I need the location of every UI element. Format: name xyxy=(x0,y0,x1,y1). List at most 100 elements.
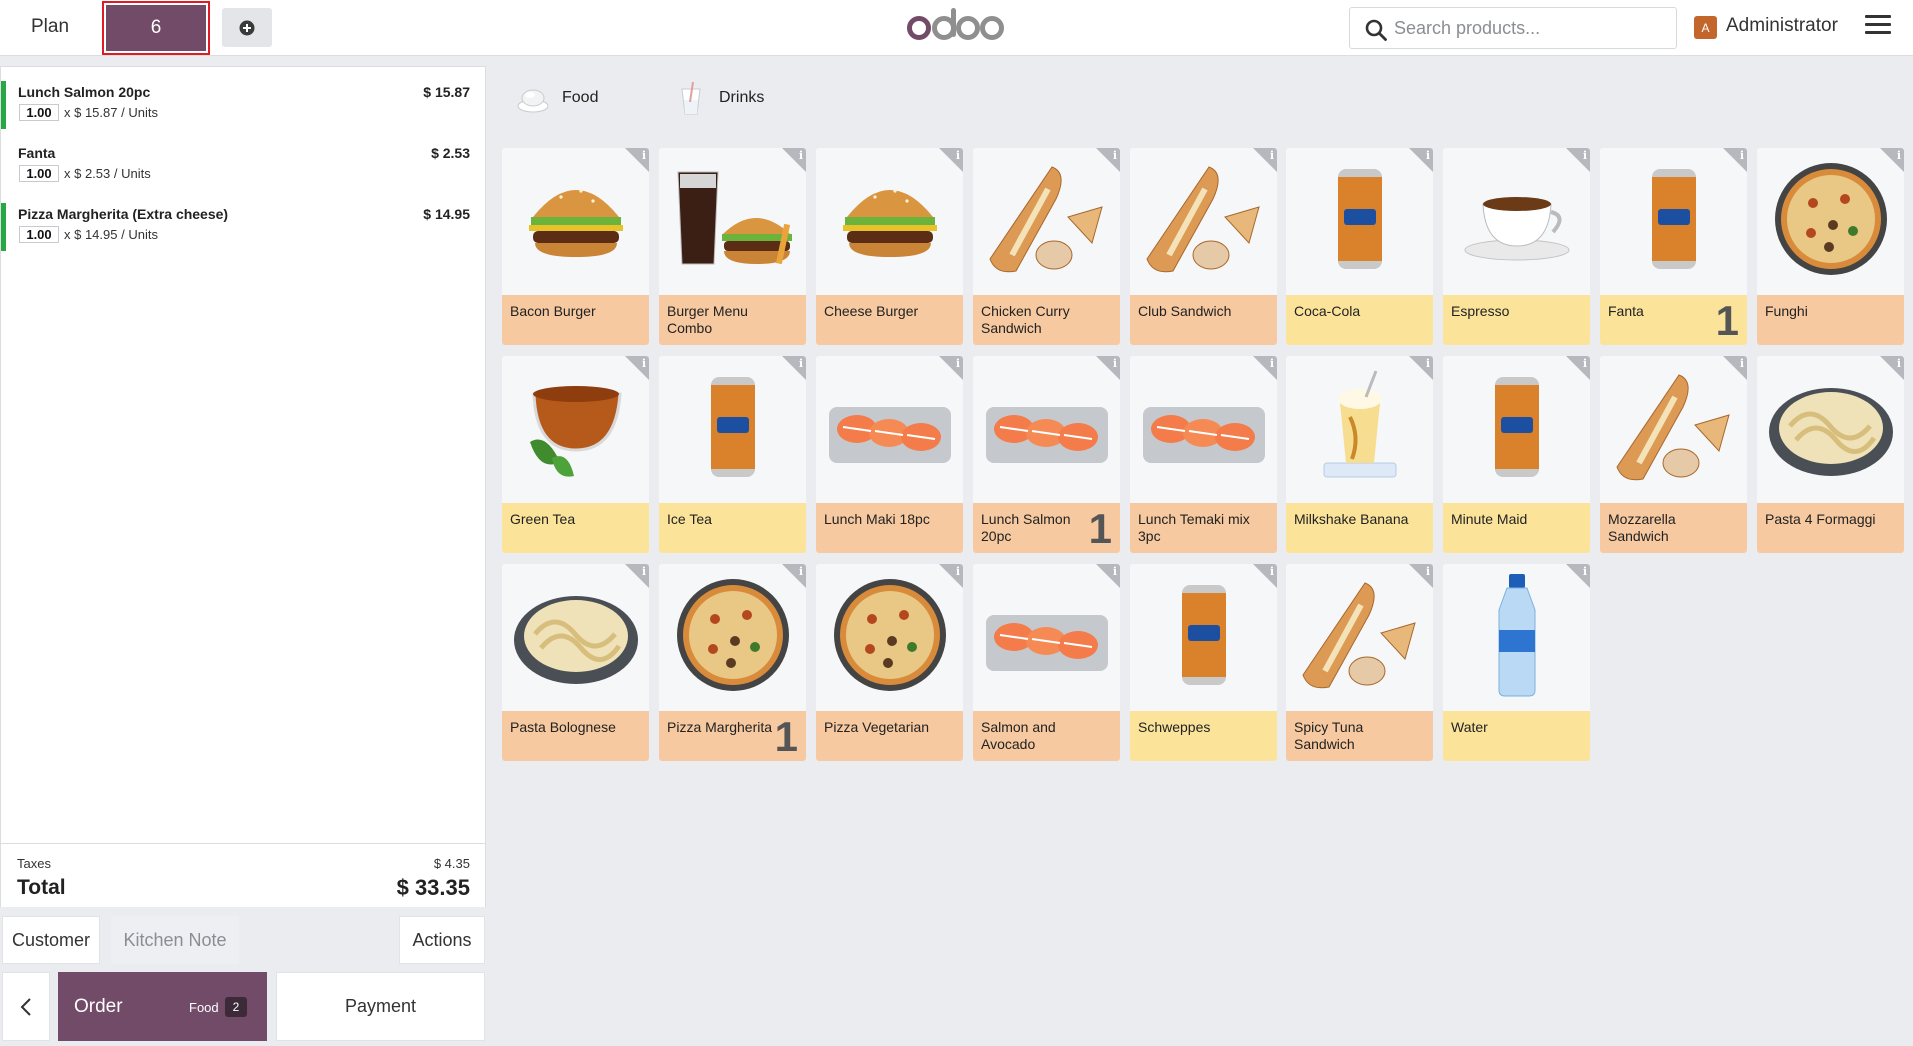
product-name-area: Chicken Curry Sandwich xyxy=(973,295,1120,345)
orderline[interactable]: Fanta $ 2.53 1.00 x $ 2.53 / Units xyxy=(1,128,485,186)
info-icon: i xyxy=(1582,357,1587,370)
product-name: Salmon and Avocado xyxy=(981,719,1056,752)
product-card[interactable]: i Schweppes xyxy=(1130,564,1277,761)
product-card[interactable]: i Espresso xyxy=(1443,148,1590,345)
plan-button[interactable]: Plan xyxy=(12,4,88,50)
order-button[interactable]: Order Food 2 xyxy=(58,972,267,1041)
customer-button[interactable]: Customer xyxy=(2,916,100,964)
info-icon: i xyxy=(1112,357,1117,370)
product-name: Coca-Cola xyxy=(1294,303,1361,319)
product-name: Lunch Salmon 20pc xyxy=(981,511,1071,544)
product-card[interactable]: i Lunch Salmon 20pc 1 xyxy=(973,356,1120,553)
info-icon: i xyxy=(1112,565,1117,578)
sushi-icon xyxy=(825,377,955,482)
payment-button[interactable]: Payment xyxy=(276,972,485,1041)
product-name-area: Lunch Maki 18pc xyxy=(816,503,963,553)
product-name: Cheese Burger xyxy=(824,303,919,319)
product-name-area: Pasta 4 Formaggi xyxy=(1757,503,1904,553)
product-name: Green Tea xyxy=(510,511,576,527)
info-icon: i xyxy=(1269,565,1274,578)
product-name-area: Funghi xyxy=(1757,295,1904,345)
product-name: Milkshake Banana xyxy=(1294,511,1409,527)
product-card[interactable]: i Fanta 1 xyxy=(1600,148,1747,345)
product-name: Spicy Tuna Sandwich xyxy=(1294,719,1364,752)
hamburger-menu-icon[interactable] xyxy=(1865,15,1891,39)
product-name-area: Lunch Salmon 20pc 1 xyxy=(973,503,1120,553)
product-name: Lunch Maki 18pc xyxy=(824,511,930,527)
odoo-logo xyxy=(907,8,1004,40)
product-card[interactable]: i Milkshake Banana xyxy=(1286,356,1433,553)
product-name-area: Salmon and Avocado xyxy=(973,711,1120,761)
info-icon: i xyxy=(641,149,646,162)
product-card[interactable]: i Funghi xyxy=(1757,148,1904,345)
sent-indicator xyxy=(1,203,6,251)
can-icon xyxy=(1487,367,1547,492)
product-card[interactable]: i Pizza Vegetarian xyxy=(816,564,963,761)
product-card[interactable]: i Burger Menu Combo xyxy=(659,148,806,345)
product-card[interactable]: i Pizza Margherita 1 xyxy=(659,564,806,761)
sandwich-icon xyxy=(1609,367,1739,492)
orderline[interactable]: Lunch Salmon 20pc $ 15.87 1.00 x $ 15.87 / … xyxy=(1,67,485,129)
avatar[interactable]: A xyxy=(1694,16,1717,39)
product-name: Fanta xyxy=(1608,303,1644,319)
user-name[interactable]: Administrator xyxy=(1726,15,1838,37)
product-card[interactable]: i Pasta 4 Formaggi xyxy=(1757,356,1904,553)
product-card[interactable]: i Salmon and Avocado xyxy=(973,564,1120,761)
product-card[interactable]: i Pasta Bolognese xyxy=(502,564,649,761)
product-name-area: Ice Tea xyxy=(659,503,806,553)
product-name: Mozzarella Sandwich xyxy=(1608,511,1676,544)
product-card[interactable]: i Water xyxy=(1443,564,1590,761)
product-card[interactable]: i Lunch Temaki mix 3pc xyxy=(1130,356,1277,553)
category-food[interactable]: Food xyxy=(502,68,649,129)
info-icon: i xyxy=(955,149,960,162)
product-quantity-badge: 1 xyxy=(1715,297,1739,344)
info-icon: i xyxy=(1739,149,1744,162)
actions-button[interactable]: Actions xyxy=(399,916,485,964)
product-card[interactable]: i Bacon Burger xyxy=(502,148,649,345)
product-name-area: Cheese Burger xyxy=(816,295,963,345)
pizza-icon xyxy=(830,575,950,700)
table-button[interactable]: 6 xyxy=(102,1,210,55)
category-drinks[interactable]: Drinks xyxy=(659,68,806,129)
sandwich-icon xyxy=(1295,575,1425,700)
product-card[interactable]: i Club Sandwich xyxy=(1130,148,1277,345)
product-name: Club Sandwich xyxy=(1138,303,1232,319)
product-card[interactable]: i Lunch Maki 18pc xyxy=(816,356,963,553)
orderline[interactable]: Pizza Margherita (Extra cheese) $ 14.95 1.… xyxy=(1,189,485,251)
burger-icon xyxy=(521,169,631,274)
info-icon: i xyxy=(1112,149,1117,162)
search-input[interactable] xyxy=(1394,9,1670,47)
order-panel: Lunch Salmon 20pc $ 15.87 1.00 x $ 15.87 / … xyxy=(0,66,486,907)
search-icon xyxy=(1365,19,1387,41)
total-value: $ 33.35 xyxy=(396,875,470,900)
info-icon: i xyxy=(798,357,803,370)
info-icon: i xyxy=(1269,357,1274,370)
product-name-area: Lunch Temaki mix 3pc xyxy=(1130,503,1277,553)
order-count-badge: 2 xyxy=(225,997,247,1017)
product-name: Water xyxy=(1451,719,1488,735)
back-button[interactable] xyxy=(2,972,50,1041)
product-name-area: Mozzarella Sandwich xyxy=(1600,503,1747,553)
info-icon: i xyxy=(641,565,646,578)
product-card[interactable]: i Chicken Curry Sandwich xyxy=(973,148,1120,345)
product-name-area: Pizza Vegetarian xyxy=(816,711,963,761)
product-card[interactable]: i Spicy Tuna Sandwich xyxy=(1286,564,1433,761)
product-name-area: Spicy Tuna Sandwich xyxy=(1286,711,1433,761)
sushi-icon xyxy=(1139,377,1269,482)
product-card[interactable]: i Cheese Burger xyxy=(816,148,963,345)
product-name: Ice Tea xyxy=(667,511,712,527)
product-quantity-badge: 1 xyxy=(774,713,798,760)
drinks-icon xyxy=(681,81,701,115)
add-order-button[interactable] xyxy=(222,8,272,47)
product-card[interactable]: i Ice Tea xyxy=(659,356,806,553)
product-card[interactable]: i Minute Maid xyxy=(1443,356,1590,553)
product-name: Pizza Vegetarian xyxy=(824,719,930,735)
product-card[interactable]: i Green Tea xyxy=(502,356,649,553)
product-card[interactable]: i Coca-Cola xyxy=(1286,148,1433,345)
product-card[interactable]: i Mozzarella Sandwich xyxy=(1600,356,1747,553)
product-name: Bacon Burger xyxy=(510,303,596,319)
kitchen-note-button[interactable]: Kitchen Note xyxy=(111,916,239,964)
coffee-cup-icon xyxy=(1457,174,1577,269)
taxes-value: $ 4.35 xyxy=(433,856,470,871)
product-name: Funghi xyxy=(1765,303,1808,319)
